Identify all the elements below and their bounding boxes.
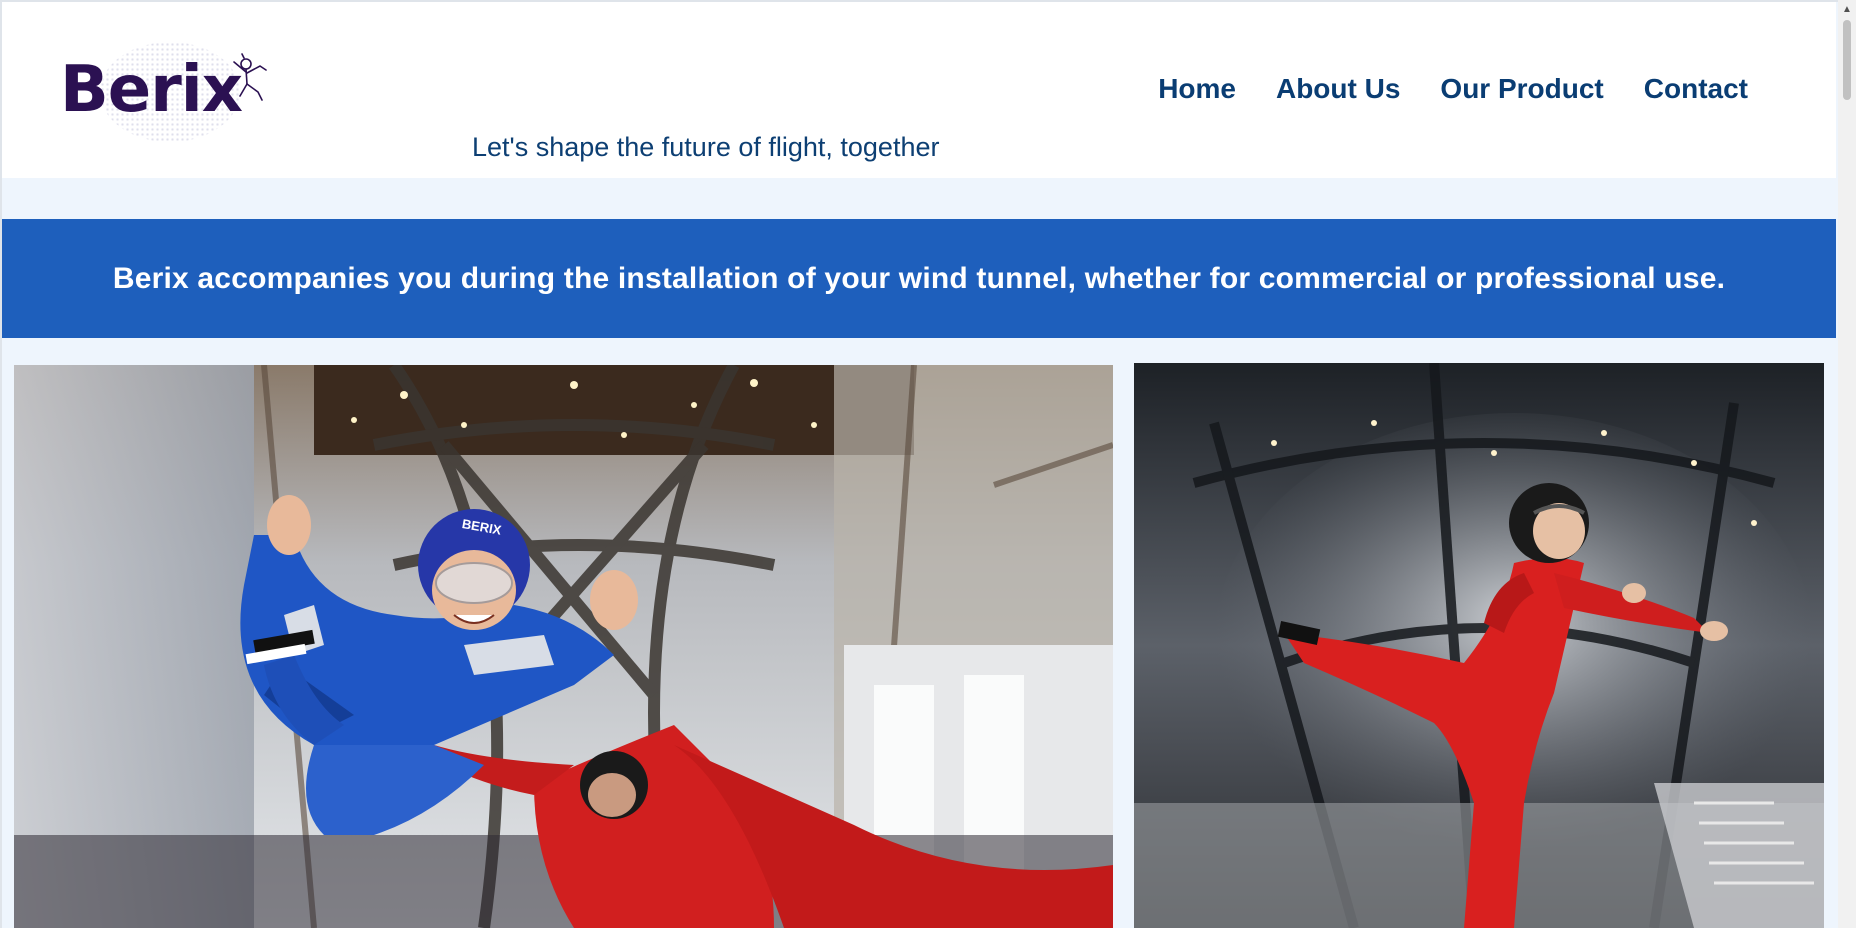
scrollbar-thumb[interactable] [1843,20,1851,100]
logo-wordmark: Berix [60,53,243,127]
nav-about-us[interactable]: About Us [1276,73,1400,105]
berix-logo[interactable]: Berix [60,42,272,142]
tagline: Let's shape the future of flight, togeth… [472,132,940,162]
page: Berix Let's shape the future of flight, … [0,0,1856,928]
photo-wind-tunnel-blue-flyer: BERIX [14,365,1113,928]
vertical-scrollbar[interactable]: ▲ [1838,0,1856,928]
hero-banner: Berix accompanies you during the install… [2,219,1836,338]
chevron-up-icon[interactable]: ▲ [1838,0,1856,18]
banner-text: Berix accompanies you during the install… [112,261,1726,295]
site-header: Berix Let's shape the future of flight, … [2,2,1836,178]
skydiver-icon [233,53,267,101]
nav-contact[interactable]: Contact [1644,73,1748,105]
nav-home[interactable]: Home [1158,73,1236,105]
main-nav: Home About Us Our Product Contact [1158,73,1748,105]
photo-wind-tunnel-red-flyer [1134,363,1824,928]
nav-our-product[interactable]: Our Product [1440,73,1603,105]
